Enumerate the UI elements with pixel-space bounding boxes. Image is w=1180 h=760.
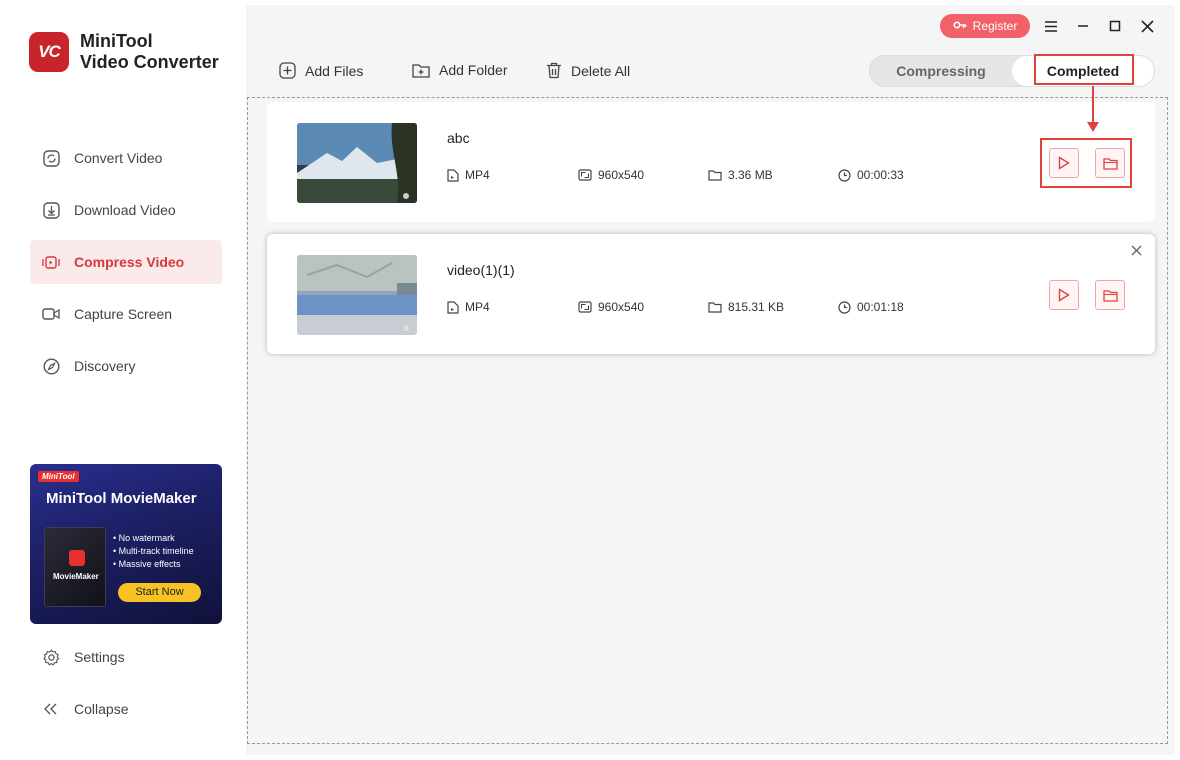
file-card: video(1)(1) MP4 960x540 815.31 KB 00:01:… bbox=[267, 234, 1155, 354]
file-size: 815.31 KB bbox=[708, 300, 784, 314]
file-name: video(1)(1) bbox=[447, 262, 515, 278]
file-size: 3.36 MB bbox=[708, 168, 773, 182]
file-resolution: 960x540 bbox=[578, 300, 644, 314]
sidebar-item-label: Capture Screen bbox=[74, 306, 173, 322]
highlight-box bbox=[1040, 138, 1132, 188]
add-icon bbox=[279, 62, 296, 79]
clock-icon bbox=[838, 168, 851, 182]
minimize-icon[interactable] bbox=[1072, 15, 1094, 37]
register-button[interactable]: Register bbox=[940, 14, 1030, 38]
add-files-button[interactable]: Add Files bbox=[279, 62, 363, 79]
clock-icon bbox=[838, 300, 851, 314]
file-list: abc MP4 960x540 3.36 MB 00:00:33 video(1… bbox=[247, 97, 1168, 744]
sidebar-item-compress-video[interactable]: Compress Video bbox=[30, 240, 222, 284]
file-icon bbox=[447, 300, 459, 314]
gear-icon bbox=[42, 648, 60, 666]
maximize-icon[interactable] bbox=[1104, 15, 1126, 37]
ad-feature: • No watermark bbox=[113, 533, 175, 543]
folder-icon bbox=[708, 302, 722, 313]
app-window: VC MiniTool Video Converter Convert Vide… bbox=[5, 5, 1175, 755]
ad-brand-logo: MiniTool bbox=[38, 471, 79, 482]
remove-file-icon[interactable] bbox=[1128, 242, 1144, 258]
resolution-icon bbox=[578, 169, 592, 181]
folder-icon bbox=[708, 170, 722, 181]
ad-title: MiniTool MovieMaker bbox=[46, 490, 197, 507]
settings-label: Settings bbox=[74, 649, 125, 665]
close-window-icon[interactable] bbox=[1136, 15, 1158, 37]
sidebar-item-label: Discovery bbox=[74, 358, 136, 374]
file-format: MP4 bbox=[447, 300, 490, 314]
sidebar-item-label: Convert Video bbox=[74, 150, 163, 166]
delete-all-button[interactable]: Delete All bbox=[546, 62, 630, 79]
video-thumbnail bbox=[297, 255, 417, 335]
collapse-button[interactable]: Collapse bbox=[30, 687, 222, 731]
file-format: MP4 bbox=[447, 168, 490, 182]
key-icon bbox=[953, 19, 967, 34]
settings-button[interactable]: Settings bbox=[30, 635, 222, 679]
sidebar-item-label: Compress Video bbox=[74, 254, 185, 270]
file-duration: 00:00:33 bbox=[838, 168, 904, 182]
convert-icon bbox=[42, 149, 60, 167]
file-duration: 00:01:18 bbox=[838, 300, 904, 314]
collapse-label: Collapse bbox=[74, 701, 129, 717]
add-folder-icon bbox=[412, 64, 430, 78]
app-logo: VC bbox=[29, 32, 69, 72]
camera-icon bbox=[42, 305, 60, 323]
video-thumbnail bbox=[297, 123, 417, 203]
play-icon bbox=[1058, 288, 1070, 302]
download-icon bbox=[42, 201, 60, 219]
add-folder-button[interactable]: Add Folder bbox=[412, 62, 507, 78]
sidebar: VC MiniTool Video Converter Convert Vide… bbox=[5, 5, 246, 755]
highlight-box bbox=[1034, 54, 1134, 85]
folder-icon bbox=[1102, 289, 1118, 302]
moviemaker-logo-icon bbox=[69, 550, 85, 566]
file-card: abc MP4 960x540 3.36 MB 00:00:33 bbox=[267, 102, 1155, 222]
start-now-button[interactable]: Start Now bbox=[118, 583, 201, 602]
ad-feature: • Multi-track timeline bbox=[113, 546, 194, 556]
sidebar-item-discovery[interactable]: Discovery bbox=[30, 344, 222, 388]
file-name: abc bbox=[447, 130, 470, 146]
sidebar-item-download-video[interactable]: Download Video bbox=[30, 188, 222, 232]
app-title: MiniTool Video Converter bbox=[80, 31, 219, 72]
moviemaker-ad-banner[interactable]: MiniTool MiniTool MovieMaker MovieMaker … bbox=[30, 464, 222, 624]
sidebar-item-label: Download Video bbox=[74, 202, 176, 218]
file-resolution: 960x540 bbox=[578, 168, 644, 182]
compress-icon bbox=[42, 253, 60, 271]
tab-compressing[interactable]: Compressing bbox=[870, 56, 1012, 86]
ad-feature: • Massive effects bbox=[113, 559, 181, 569]
file-icon bbox=[447, 168, 459, 182]
annotation-arrow bbox=[1092, 86, 1094, 126]
sidebar-item-capture-screen[interactable]: Capture Screen bbox=[30, 292, 222, 336]
open-folder-button[interactable] bbox=[1095, 280, 1125, 310]
register-label: Register bbox=[972, 19, 1018, 33]
menu-icon[interactable] bbox=[1040, 15, 1062, 37]
trash-icon bbox=[547, 62, 561, 79]
main-panel: Register Add Files Add Folder Delete All… bbox=[246, 5, 1175, 755]
moviemaker-box-image: MovieMaker bbox=[44, 527, 106, 607]
compass-icon bbox=[42, 357, 60, 375]
sidebar-item-convert-video[interactable]: Convert Video bbox=[30, 136, 222, 180]
annotation-arrow-head bbox=[1087, 122, 1099, 132]
resolution-icon bbox=[578, 301, 592, 313]
play-button[interactable] bbox=[1049, 280, 1079, 310]
double-chevron-left-icon bbox=[42, 700, 60, 718]
